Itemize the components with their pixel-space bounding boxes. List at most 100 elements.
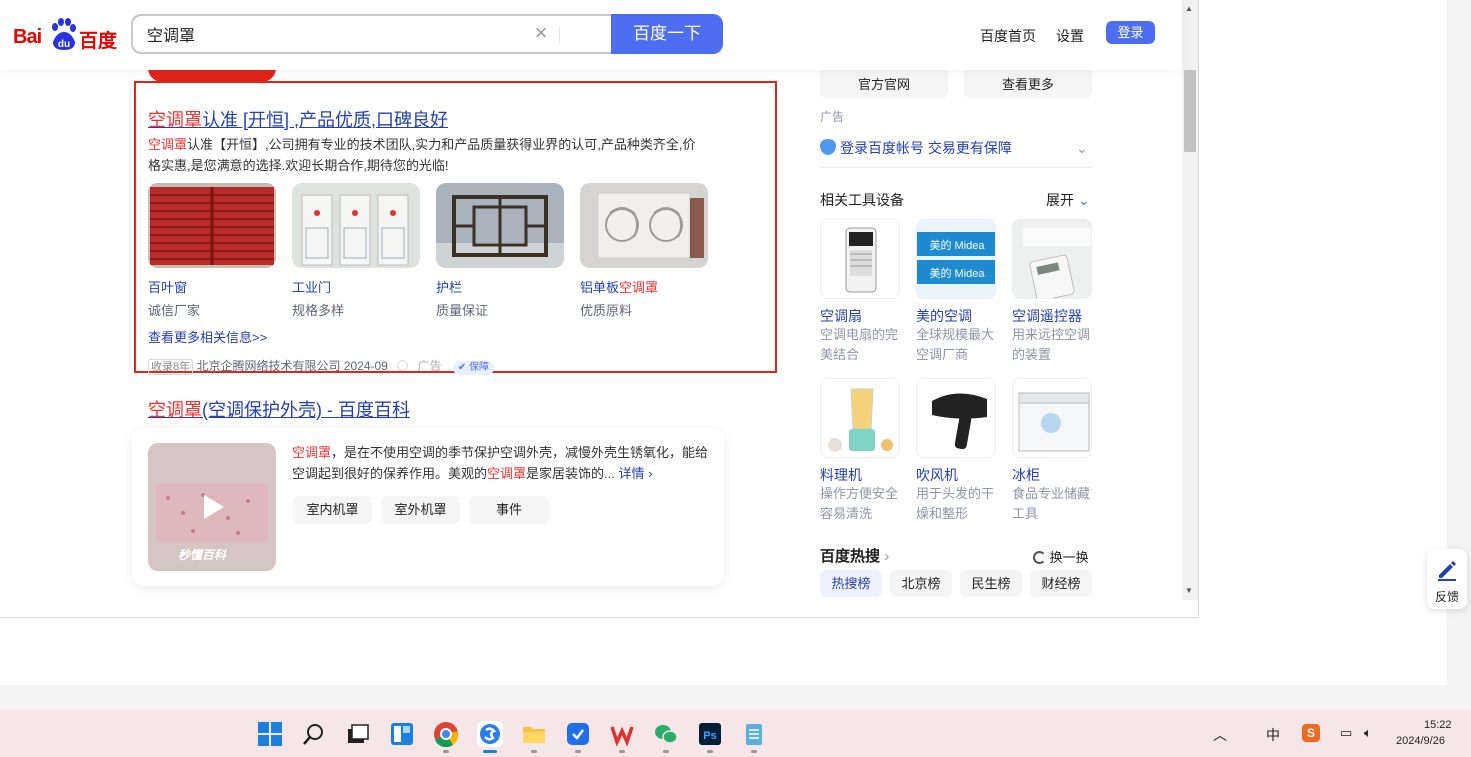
baike-title-link[interactable]: 空调罩(空调保护外壳) - 百度百科 [148,396,410,422]
search-button[interactable]: 百度一下 [611,14,723,54]
product-panel-prefix: 铝单板 [580,280,620,295]
baike-chip-outdoor[interactable]: 室外机罩 [381,496,460,524]
tool-image-midea[interactable]: 美的 Midea 美的 Midea [916,219,996,299]
svg-text:美的 Midea: 美的 Midea [929,266,985,280]
taskbar-active-indicator [483,750,497,753]
network-icon[interactable]: ▭ [1340,725,1352,741]
taskbar-running-indicator [531,750,537,753]
product-link-railing[interactable]: 护栏 [436,277,462,296]
pen-icon [1438,561,1456,581]
chevron-down-icon[interactable]: ⌄ [1076,140,1088,157]
search-box[interactable]: × [131,14,611,54]
product-link-panel[interactable]: 铝单板空调罩 [580,277,658,296]
sogou-ime-icon[interactable]: S [1302,724,1320,742]
baike-detail-link[interactable]: 详情 › [619,466,653,481]
chrome-icon[interactable] [433,721,459,748]
hot-tab-livelihood[interactable]: 民生榜 [960,570,1022,597]
more-info-link[interactable]: 查看更多相关信息>> [148,327,267,346]
windows-start-icon[interactable] [257,721,283,747]
vertical-scrollbar[interactable]: ▲ ▼ [1182,0,1198,600]
hot-search-title-text: 百度热搜 [820,548,881,565]
scroll-down-icon[interactable]: ▼ [1185,586,1193,595]
clock-date[interactable]: 2024/9/26 [1396,735,1445,747]
info-icon [397,360,409,371]
tool-name-fan[interactable]: 空调扇 [820,306,862,326]
search-header: Bai du 百度 × 百度一下 百度首页 设置 登录 [0,0,1182,70]
indexed-badge: 收录8年 [148,359,194,375]
guarantee-badge[interactable]: ✔ 保障 [452,361,495,375]
product-image-door[interactable] [292,183,420,268]
tool-image-hairdryer[interactable] [916,378,996,458]
refresh-button[interactable]: 换一换 [1033,547,1089,566]
baike-keyword-2: 空调罩 [487,466,527,481]
product-image-railing[interactable] [436,183,564,268]
tool-image-freezer[interactable] [1012,378,1092,458]
chevron-up-icon[interactable]: ︿ [1213,725,1227,745]
product-link-door[interactable]: 工业门 [292,277,331,296]
product-image-louver[interactable] [148,183,276,268]
baike-text-2: 是家居装饰的... [526,466,615,481]
svg-text:Ps: Ps [703,730,716,742]
file-explorer-icon[interactable] [521,721,547,747]
product-sub-louver: 诚信厂家 [148,303,201,318]
widgets-icon[interactable] [389,721,415,747]
tools-expand[interactable]: 展开 ⌄ [1046,190,1090,210]
ime-indicator[interactable]: 中 [1266,725,1280,745]
tool-name-hairdryer[interactable]: 吹风机 [916,465,958,485]
baike-chip-event[interactable]: 事件 [469,496,549,524]
blank-area [0,618,1447,685]
tool-desc-blender: 操作方便安全容易清洗 [820,486,899,521]
scroll-thumb[interactable] [1184,70,1196,152]
ad-company[interactable]: 北京企腾网络技术有限公司 2024-09 [196,359,387,373]
product-image-panel[interactable] [580,183,708,268]
notepad-icon[interactable] [741,721,767,747]
feedback-button[interactable]: 反馈 [1427,549,1467,609]
product-link-louver[interactable]: 百叶窗 [148,277,187,296]
clear-icon[interactable]: × [531,22,551,44]
tool-name-remote[interactable]: 空调遥控器 [1012,306,1082,326]
baike-abstract: 空调罩，是在不使用空调的季节保护空调外壳，减慢外壳生锈氧化，能给空调起到很好的保… [292,442,712,484]
baidu-logo[interactable]: Bai du 百度 [13,18,117,52]
sogou-browser-icon[interactable] [477,721,503,747]
search-input[interactable] [147,25,507,43]
tool-image-remote[interactable] [1012,219,1092,299]
ad-title-link[interactable]: 空调罩认准 [开恒] ,产品优质,口碑良好 [148,106,448,132]
baike-chip-indoor[interactable]: 室内机罩 [293,496,372,524]
search-icon[interactable] [301,721,327,747]
tool-desc-fan: 空调电扇的完美结合 [820,327,899,362]
hot-tab-hot[interactable]: 热搜榜 [820,570,882,597]
hot-search-title[interactable]: 百度热搜 › [820,545,889,566]
taskbar-running-indicator [443,750,449,753]
ad-desc-text: 认准【开恒】,公司拥有专业的技术团队,实力和产品质量获得业界的认可,产品种类齐全… [148,137,696,173]
chevron-down-icon: ⌄ [1077,192,1090,208]
login-button[interactable]: 登录 [1106,21,1155,44]
login-prompt[interactable]: 登录百度帐号 交易更有保障 [820,138,1012,158]
volume-icon[interactable]: 🔈︎ [1364,725,1372,741]
photoshop-icon[interactable]: Ps [697,721,723,747]
tool-name-midea[interactable]: 美的空调 [916,306,972,326]
tool-name-blender[interactable]: 料理机 [820,465,862,485]
baike-video-thumbnail[interactable]: 秒懂百科 [148,443,276,571]
browser-viewport: Bai du 百度 × 百度一下 百度首页 设置 登录 空调罩认准 [开恒] ,… [0,0,1199,618]
tools-expand-text: 展开 [1046,192,1074,208]
view-more-button[interactable]: 查看更多 [964,70,1092,99]
hot-tab-beijing[interactable]: 北京榜 [890,570,952,597]
wechat-icon[interactable] [653,721,679,747]
product-sub-door: 规格多样 [292,303,345,318]
tool-name-freezer[interactable]: 冰柜 [1012,465,1040,485]
home-link[interactable]: 百度首页 [980,26,1036,46]
scroll-up-icon[interactable]: ▲ [1185,4,1193,13]
official-site-button[interactable]: 官方官网 [820,70,948,99]
paw-icon: du [52,18,76,50]
tool-image-blender[interactable] [820,378,900,458]
tools-title: 相关工具设备 [820,192,904,208]
wps-icon[interactable] [609,721,635,747]
task-view-icon[interactable] [344,721,370,747]
security-app-icon[interactable] [565,721,591,747]
hot-tab-finance[interactable]: 财经榜 [1030,570,1092,597]
chevron-right-icon: › [884,548,890,565]
clock-time[interactable]: 15:22 [1424,719,1452,731]
taskbar [0,710,1471,757]
tool-image-fan[interactable] [820,219,900,299]
settings-link[interactable]: 设置 [1056,26,1084,46]
